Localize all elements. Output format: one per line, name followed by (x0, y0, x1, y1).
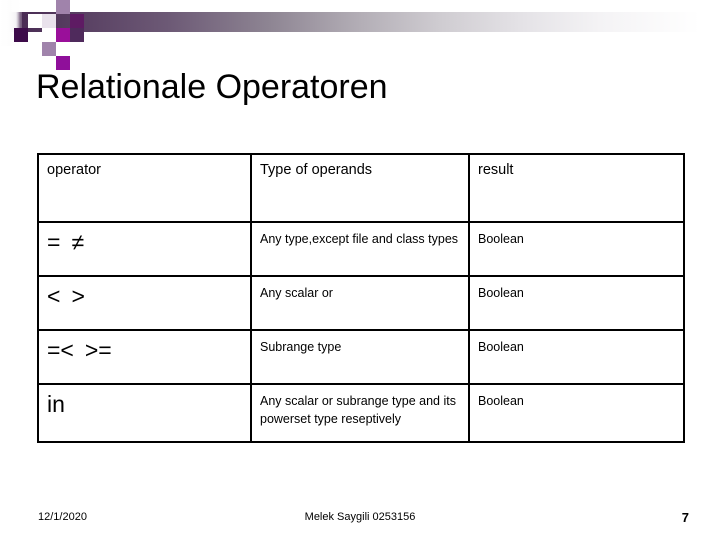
table-row: =< >= Subrange type Boolean (37, 329, 685, 385)
operator-symbol-right: ≠ (71, 229, 85, 255)
page-title: Relationale Operatoren (36, 68, 388, 106)
column-header-operator: operator (37, 153, 252, 223)
operator-symbol-left: = (47, 229, 61, 255)
cell-operator: =< >= (37, 329, 252, 385)
cell-result: Boolean (468, 275, 685, 331)
table-header-row: operator Type of operands result (37, 153, 685, 223)
cell-result: Boolean (468, 329, 685, 385)
operator-symbol-left: in (47, 391, 65, 417)
decor-square-5 (56, 0, 70, 14)
column-header-operand-type: Type of operands (250, 153, 470, 223)
relational-operators-table: operator Type of operands result = ≠ Any … (37, 153, 685, 443)
cell-operator: = ≠ (37, 221, 252, 277)
decor-square-10 (70, 28, 84, 42)
footer-author: Melek Saygili 0253156 (304, 511, 416, 523)
cell-operator: < > (37, 275, 252, 331)
operator-symbol-left: =< (47, 337, 74, 363)
cell-operator: in (37, 383, 252, 443)
decor-square-2 (28, 14, 42, 28)
cell-operand-type: Subrange type (250, 329, 470, 385)
cell-operand-type: Any scalar or subrange type and its powe… (250, 383, 470, 443)
decor-square-4 (42, 42, 56, 56)
operator-symbol-left: < (47, 283, 61, 309)
table-row: in Any scalar or subrange type and its p… (37, 383, 685, 443)
cell-operand-type: Any scalar or (250, 275, 470, 331)
table-row: < > Any scalar or Boolean (37, 275, 685, 331)
footer-page-number: 7 (681, 510, 689, 525)
decor-square-6 (56, 28, 70, 42)
gradient-band (0, 12, 720, 32)
cell-operand-type: Any type,except file and class types (250, 221, 470, 277)
decor-square-9 (70, 14, 84, 28)
decor-square-3 (42, 28, 56, 42)
decor-square-8 (42, 14, 56, 28)
cell-result: Boolean (468, 221, 685, 277)
slide-header-decoration (0, 0, 720, 70)
column-header-result: result (468, 153, 685, 223)
cell-result: Boolean (468, 383, 685, 443)
operator-symbol-right: >= (84, 337, 112, 363)
table-row: = ≠ Any type,except file and class types … (37, 221, 685, 277)
decor-square-1 (14, 28, 28, 42)
slide-footer: 12/1/2020 Melek Saygili 0253156 7 (0, 508, 720, 532)
operator-symbol-right: > (71, 283, 85, 309)
